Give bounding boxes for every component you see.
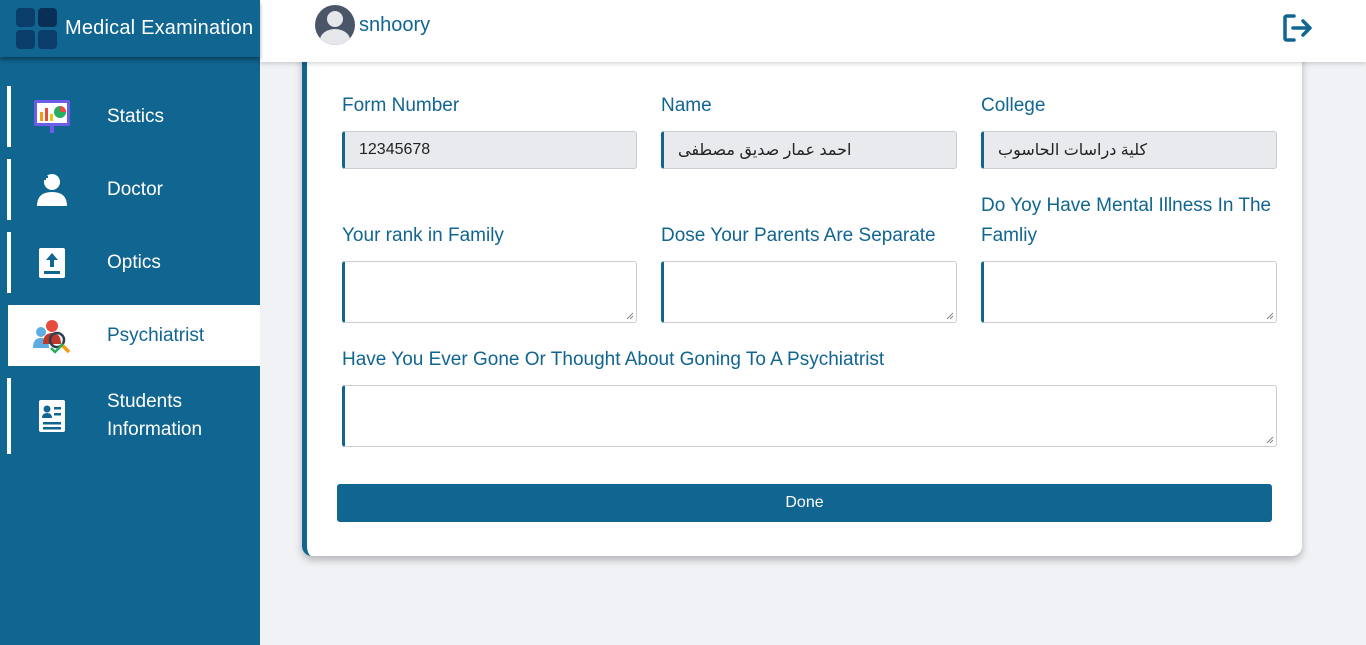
done-button[interactable]: Done: [337, 484, 1272, 522]
sidebar-item-label: Doctor: [107, 178, 163, 200]
sidebar-item-doctor[interactable]: Doctor: [7, 159, 260, 220]
dashboard-logo-icon: [16, 8, 57, 49]
sidebar-item-psychiatrist[interactable]: Psychiatrist: [4, 305, 260, 366]
form-number-value: 12345678: [359, 141, 431, 158]
parents-label: Dose Your Parents Are Separate: [661, 225, 936, 246]
resize-grip-icon: [1266, 436, 1274, 444]
avatar: [315, 5, 355, 45]
sidebar-item-students-information[interactable]: Students Information: [7, 378, 260, 454]
username: snhoory: [359, 13, 431, 36]
form-number-label: Form Number: [342, 95, 460, 116]
sidebar-item-optics[interactable]: Optics: [7, 232, 260, 293]
mental-label: Do Yoy Have Mental Illness In The Famliy: [981, 195, 1272, 246]
mental-textarea[interactable]: [981, 261, 1277, 323]
sidebar-item-label: Students Information: [107, 391, 203, 440]
upload-book-icon: [30, 241, 74, 285]
app-title: Medical Examination: [65, 17, 254, 39]
brand[interactable]: Medical Examination: [0, 0, 260, 57]
sidebar: Medical Examination Statics Doctor Optic…: [0, 0, 260, 645]
form-number-field[interactable]: 12345678: [342, 131, 637, 169]
presentation-chart-icon: [30, 95, 74, 139]
college-label: College: [981, 95, 1046, 116]
psychiatrist-form-card: Form Number 12345678 Name احمد عمار صديق…: [302, 40, 1302, 556]
psychiatrist-textarea[interactable]: [342, 385, 1277, 447]
resize-grip-icon: [946, 312, 954, 320]
parents-textarea[interactable]: [661, 261, 957, 323]
resize-grip-icon: [626, 312, 634, 320]
name-label: Name: [661, 95, 712, 116]
rank-label: Your rank in Family: [342, 225, 504, 246]
sidebar-item-statics[interactable]: Statics: [7, 86, 260, 147]
sidebar-item-label: Psychiatrist: [107, 324, 205, 346]
top-bar: snhoory: [260, 0, 1366, 62]
rank-textarea[interactable]: [342, 261, 637, 323]
sidebar-item-label: Statics: [107, 105, 165, 127]
sidebar-nav: Statics Doctor Optics Psychiatrist Stude…: [0, 86, 260, 466]
sidebar-item-label: Optics: [107, 251, 161, 273]
psychiatrist-label: Have You Ever Gone Or Thought About Goni…: [342, 349, 885, 370]
user-profile[interactable]: snhoory: [315, 5, 430, 45]
doctor-icon: [30, 168, 74, 212]
college-value: كلية دراسات الحاسوب: [998, 142, 1148, 159]
name-value: احمد عمار صديق مصطفى: [678, 142, 852, 159]
student-id-icon: [30, 394, 74, 438]
name-field[interactable]: احمد عمار صديق مصطفى: [661, 131, 957, 169]
college-field[interactable]: كلية دراسات الحاسوب: [981, 131, 1277, 169]
logout-icon[interactable]: [1282, 12, 1314, 44]
resize-grip-icon: [1266, 312, 1274, 320]
psychiatrist-icon: [30, 314, 74, 358]
